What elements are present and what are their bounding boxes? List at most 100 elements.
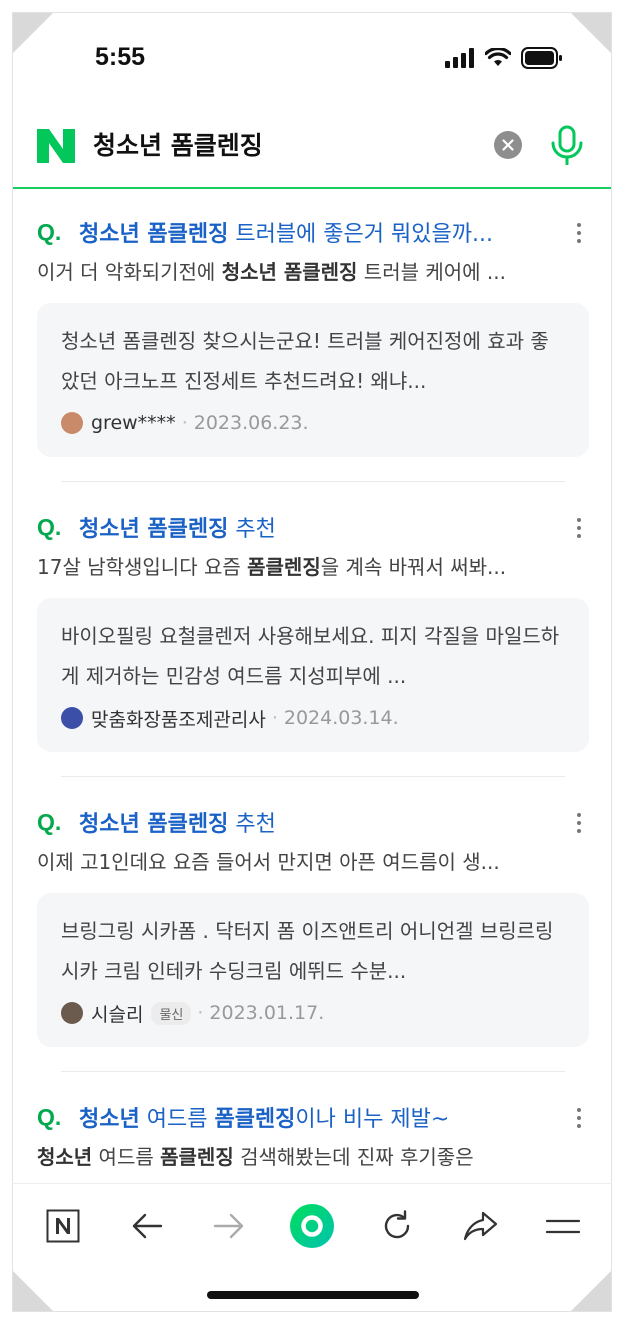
status-bar: 5:55: [13, 13, 611, 103]
answer-date: 2023.06.23.: [193, 412, 309, 434]
separator-dot: ·: [181, 412, 188, 434]
green-dot-glyph: [290, 1204, 334, 1248]
author-name: 시슬리: [91, 1003, 144, 1026]
naver-home-glyph: [46, 1209, 80, 1243]
separator-dot: ·: [271, 707, 278, 729]
results-list: Q. 청소년 폼클렌징 트러블에 좋은거 뭐있을까... 이거 더 악화되기전에 청…: [13, 191, 611, 1181]
snippet-segment: 17살 남학생입니다 요즘: [37, 555, 248, 579]
more-options-icon[interactable]: [569, 1105, 589, 1131]
title-segment: 폼클렌징: [214, 1107, 296, 1132]
wifi-icon: [485, 48, 511, 66]
phone-screen: 5:55 청소년 폼클렌징 Q. 청소년 폼클렌징 트러블에 좋은거 뭐있을까.…: [12, 12, 612, 1312]
more-options-icon[interactable]: [569, 810, 589, 836]
more-options-icon[interactable]: [569, 515, 589, 541]
result-title-row[interactable]: Q. 청소년 폼클렌징 추천: [37, 797, 589, 847]
result-title-link[interactable]: 청소년 폼클렌징 추천: [79, 806, 276, 838]
snippet-segment: 이거 더 악화되기전에: [37, 260, 222, 284]
title-segment: 청소년 폼클렌징: [79, 517, 229, 542]
result-item: Q. 청소년 폼클렌징 추천이제 고1인데요 요즘 들어서 만지면 아픈 여드름이…: [13, 797, 611, 1072]
answer-date: 2023.01.17.: [209, 1002, 325, 1024]
question-mark-label: Q.: [37, 1103, 62, 1130]
title-segment: 이나 비누 제발~: [295, 1107, 450, 1132]
question-mark-label: Q.: [37, 513, 62, 540]
result-title-link[interactable]: 청소년 폼클렌징 추천: [79, 511, 276, 543]
avatar: [61, 1002, 83, 1024]
battery-icon: [521, 47, 562, 69]
result-snippet[interactable]: 청소년 여드름 폼클렌징 검색해봤는데 진짜 후기좋은: [37, 1142, 587, 1172]
naver-n-logo[interactable]: [37, 129, 75, 163]
avatar: [61, 412, 83, 434]
answer-card[interactable]: 브링그링 시카폼 . 닥터지 폼 이즈앤트리 어니언겔 브링르링 시카 크림 인…: [37, 893, 589, 1047]
divider: [61, 481, 565, 482]
menu-icon[interactable]: [541, 1198, 585, 1254]
result-title-link[interactable]: 청소년 폼클렌징 트러블에 좋은거 뭐있을까...: [79, 216, 493, 248]
author-name: 맞춤화장품조제관리사: [91, 708, 266, 731]
share-glyph: [463, 1211, 498, 1241]
refresh-icon[interactable]: [375, 1198, 419, 1254]
home-indicator: [207, 1291, 419, 1299]
result-snippet[interactable]: 이제 고1인데요 요즘 들어서 만지면 아픈 여드름이 생...: [37, 847, 587, 877]
more-options-icon[interactable]: [569, 220, 589, 246]
green-dot-icon[interactable]: [287, 1198, 337, 1254]
search-input[interactable]: 청소년 폼클렌징: [93, 129, 263, 163]
result-title-row[interactable]: Q. 청소년 여드름 폼클렌징이나 비누 제발~: [37, 1092, 589, 1142]
answer-meta: 시슬리 물신 · 2023.01.17.: [61, 997, 565, 1029]
title-segment: 청소년 폼클렌징: [79, 812, 229, 837]
nav-row: [13, 1198, 611, 1254]
author-name: grew****: [91, 412, 176, 434]
status-icons: [445, 47, 563, 69]
answer-card[interactable]: 청소년 폼클렌징 찾으시는군요! 트러블 케어진정에 효과 좋았던 아크노프 진…: [37, 303, 589, 457]
clear-x-icon[interactable]: [494, 131, 522, 159]
snippet-segment: 폼클렌징: [160, 1145, 234, 1169]
back-glyph: [132, 1213, 163, 1239]
divider: [61, 776, 565, 777]
title-segment: 청소년: [79, 1107, 140, 1132]
result-title-row[interactable]: Q. 청소년 폼클렌징 트러블에 좋은거 뭐있을까...: [37, 207, 589, 257]
snippet-segment: 이제 고1인데요 요즘 들어서 만지면 아픈 여드름이 생...: [37, 850, 500, 874]
share-icon[interactable]: [459, 1198, 503, 1254]
author-badge: 물신: [151, 1001, 192, 1025]
naver-home-icon[interactable]: [41, 1198, 85, 1254]
menu-glyph: [545, 1219, 581, 1234]
snippet-segment: 검색해봤는데 진짜 후기좋은: [233, 1145, 474, 1169]
snippet-segment: 을 계속 바꿔서 써봐...: [320, 555, 507, 579]
status-time: 5:55: [95, 43, 146, 71]
title-segment: 여드름: [139, 1107, 215, 1132]
avatar: [61, 707, 83, 729]
result-snippet[interactable]: 17살 남학생입니다 요즘 폼클렌징을 계속 바꿔서 써봐...: [37, 552, 587, 582]
snippet-segment: 청소년 폼클렌징: [221, 260, 358, 284]
result-item: Q. 청소년 폼클렌징 추천 17살 남학생입니다 요즘 폼클렌징을 계속 바꿔서 …: [13, 502, 611, 777]
title-segment: 추천: [228, 517, 276, 542]
answer-card[interactable]: 바이오필링 요철클렌저 사용해보세요. 피지 각질을 마일드하게 제거하는 민감…: [37, 598, 589, 752]
signal-icon: [445, 48, 474, 68]
result-title-row[interactable]: Q. 청소년 폼클렌징 추천: [37, 502, 589, 552]
snippet-segment: 폼클렌징: [247, 555, 321, 579]
snippet-segment: 여드름: [92, 1145, 161, 1169]
result-item: Q. 청소년 폼클렌징 트러블에 좋은거 뭐있을까... 이거 더 악화되기전에 청…: [13, 191, 611, 482]
forward-glyph: [213, 1213, 244, 1239]
bottom-toolbar: [13, 1183, 611, 1311]
forward-arrow-icon[interactable]: [207, 1198, 251, 1254]
answer-text: 바이오필링 요철클렌저 사용해보세요. 피지 각질을 마일드하게 제거하는 민감…: [61, 624, 560, 688]
snippet-segment: 청소년: [37, 1145, 93, 1169]
title-segment: 추천: [228, 812, 276, 837]
answer-date: 2024.03.14.: [283, 707, 399, 729]
back-arrow-icon[interactable]: [125, 1198, 169, 1254]
answer-meta: grew**** · 2023.06.23.: [61, 407, 565, 439]
question-mark-label: Q.: [37, 808, 62, 835]
answer-text: 브링그링 시카폼 . 닥터지 폼 이즈앤트리 어니언겔 브링르링 시카 크림 인…: [61, 919, 554, 983]
separator-dot: ·: [197, 1002, 204, 1024]
title-segment: 트러블에 좋은거 뭐있을까...: [228, 222, 493, 247]
microphone-icon[interactable]: [549, 125, 585, 165]
divider: [61, 1071, 565, 1072]
search-bar: 청소년 폼클렌징: [13, 113, 611, 189]
clear-glyph: [502, 139, 514, 151]
answer-meta: 맞춤화장품조제관리사 · 2024.03.14.: [61, 702, 565, 734]
refresh-glyph: [384, 1210, 410, 1239]
title-segment: 청소년 폼클렌징: [79, 222, 229, 247]
result-title-link[interactable]: 청소년 여드름 폼클렌징이나 비누 제발~: [79, 1101, 449, 1133]
answer-text: 청소년 폼클렌징 찾으시는군요! 트러블 케어진정에 효과 좋았던 아크노프 진…: [61, 329, 549, 393]
snippet-segment: 트러블 케어에 ...: [357, 260, 506, 284]
result-snippet[interactable]: 이거 더 악화되기전에 청소년 폼클렌징 트러블 케어에 ...: [37, 257, 587, 287]
result-item: Q. 청소년 여드름 폼클렌징이나 비누 제발~ 청소년 여드름 폼클렌징 검색해봤…: [13, 1092, 611, 1172]
